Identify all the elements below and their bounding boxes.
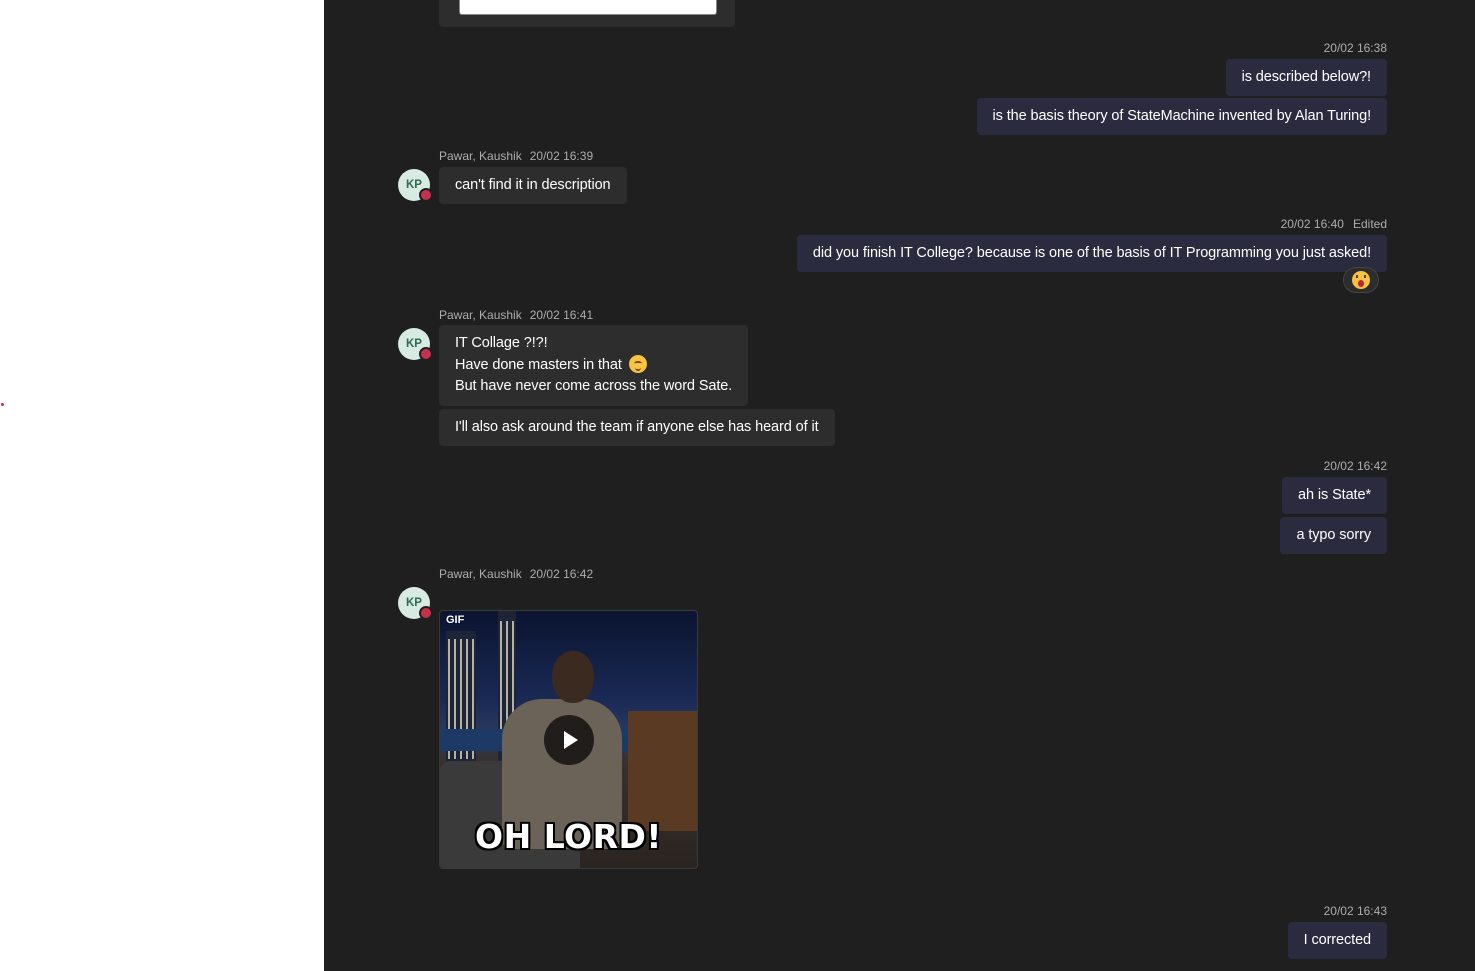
gif-scene — [628, 711, 697, 831]
busy-status-icon — [419, 188, 433, 202]
avatar-initials: KP — [406, 338, 422, 350]
message-timestamp: 20/02 16:42 — [1323, 459, 1387, 473]
busy-status-icon — [419, 606, 433, 620]
their-message-bubble[interactable]: IT Collage ?!?! Have done masters in tha… — [439, 325, 749, 406]
sender-name[interactable]: Pawar, Kaushik — [439, 567, 522, 581]
gif-source-logo: GIF — [446, 614, 465, 626]
surprised-face-icon — [1352, 271, 1370, 289]
message-header: Pawar, Kaushik 20/02 16:41 — [439, 308, 593, 322]
chat-thread[interactable]: 20/02 16:38 is described below?! is the … — [324, 0, 1475, 971]
sender-name[interactable]: Pawar, Kaushik — [439, 149, 522, 163]
gif-attachment[interactable]: GIF OH LORD! — [439, 610, 698, 869]
left-blank-panel — [0, 0, 324, 971]
busy-status-icon — [419, 347, 433, 361]
message-timestamp: 20/02 16:43 — [1323, 904, 1387, 918]
message-timestamp: 20/02 16:41 — [529, 308, 594, 322]
message-header: Pawar, Kaushik 20/02 16:42 — [439, 567, 593, 581]
avatar-initials: KP — [406, 597, 422, 609]
edited-label: Edited — [1352, 217, 1387, 231]
message-timestamp: 20/02 16:40 — [1280, 217, 1344, 231]
sender-name[interactable]: Pawar, Kaushik — [439, 308, 522, 322]
avatar[interactable]: KP — [398, 169, 433, 202]
avatar[interactable]: KP — [398, 328, 433, 361]
my-message-bubble[interactable]: is the basis theory of StateMachine inve… — [976, 98, 1387, 135]
message-header: 20/02 16:40 Edited — [1281, 217, 1387, 231]
avatar[interactable]: KP — [398, 587, 433, 620]
message-header: Pawar, Kaushik 20/02 16:39 — [439, 149, 593, 163]
message-line-with-emoji: Have done masters in that — [455, 354, 732, 377]
grimacing-face-icon — [628, 354, 647, 373]
message-line: But have never come across the word Sate… — [455, 378, 733, 394]
reaction-badge[interactable] — [1343, 267, 1379, 293]
stray-dot — [1, 403, 4, 406]
my-message-bubble[interactable]: a typo sorry — [1280, 517, 1387, 554]
their-message-bubble[interactable]: I'll also ask around the team if anyone … — [439, 409, 835, 446]
gif-scene — [552, 651, 594, 703]
message-timestamp: 20/02 16:38 — [1323, 41, 1387, 55]
message-line: IT Collage ?!?! — [455, 335, 548, 351]
my-message-bubble[interactable]: I corrected — [1287, 922, 1387, 959]
my-message-bubble[interactable]: is described below?! — [1225, 59, 1387, 96]
my-message-bubble[interactable]: did you finish IT College? because is on… — [796, 235, 1387, 272]
attachment-preview — [459, 0, 717, 15]
my-message-bubble[interactable]: ah is State* — [1282, 477, 1387, 514]
message-timestamp: 20/02 16:42 — [529, 567, 594, 581]
play-icon[interactable] — [544, 715, 594, 765]
their-message-bubble[interactable]: can't find it in description — [439, 167, 627, 204]
message-timestamp: 20/02 16:39 — [529, 149, 594, 163]
previous-message-attachment[interactable] — [439, 0, 735, 27]
message-line: Have done masters in that — [455, 356, 622, 373]
gif-caption: OH LORD! — [475, 817, 662, 856]
avatar-initials: KP — [406, 179, 422, 191]
